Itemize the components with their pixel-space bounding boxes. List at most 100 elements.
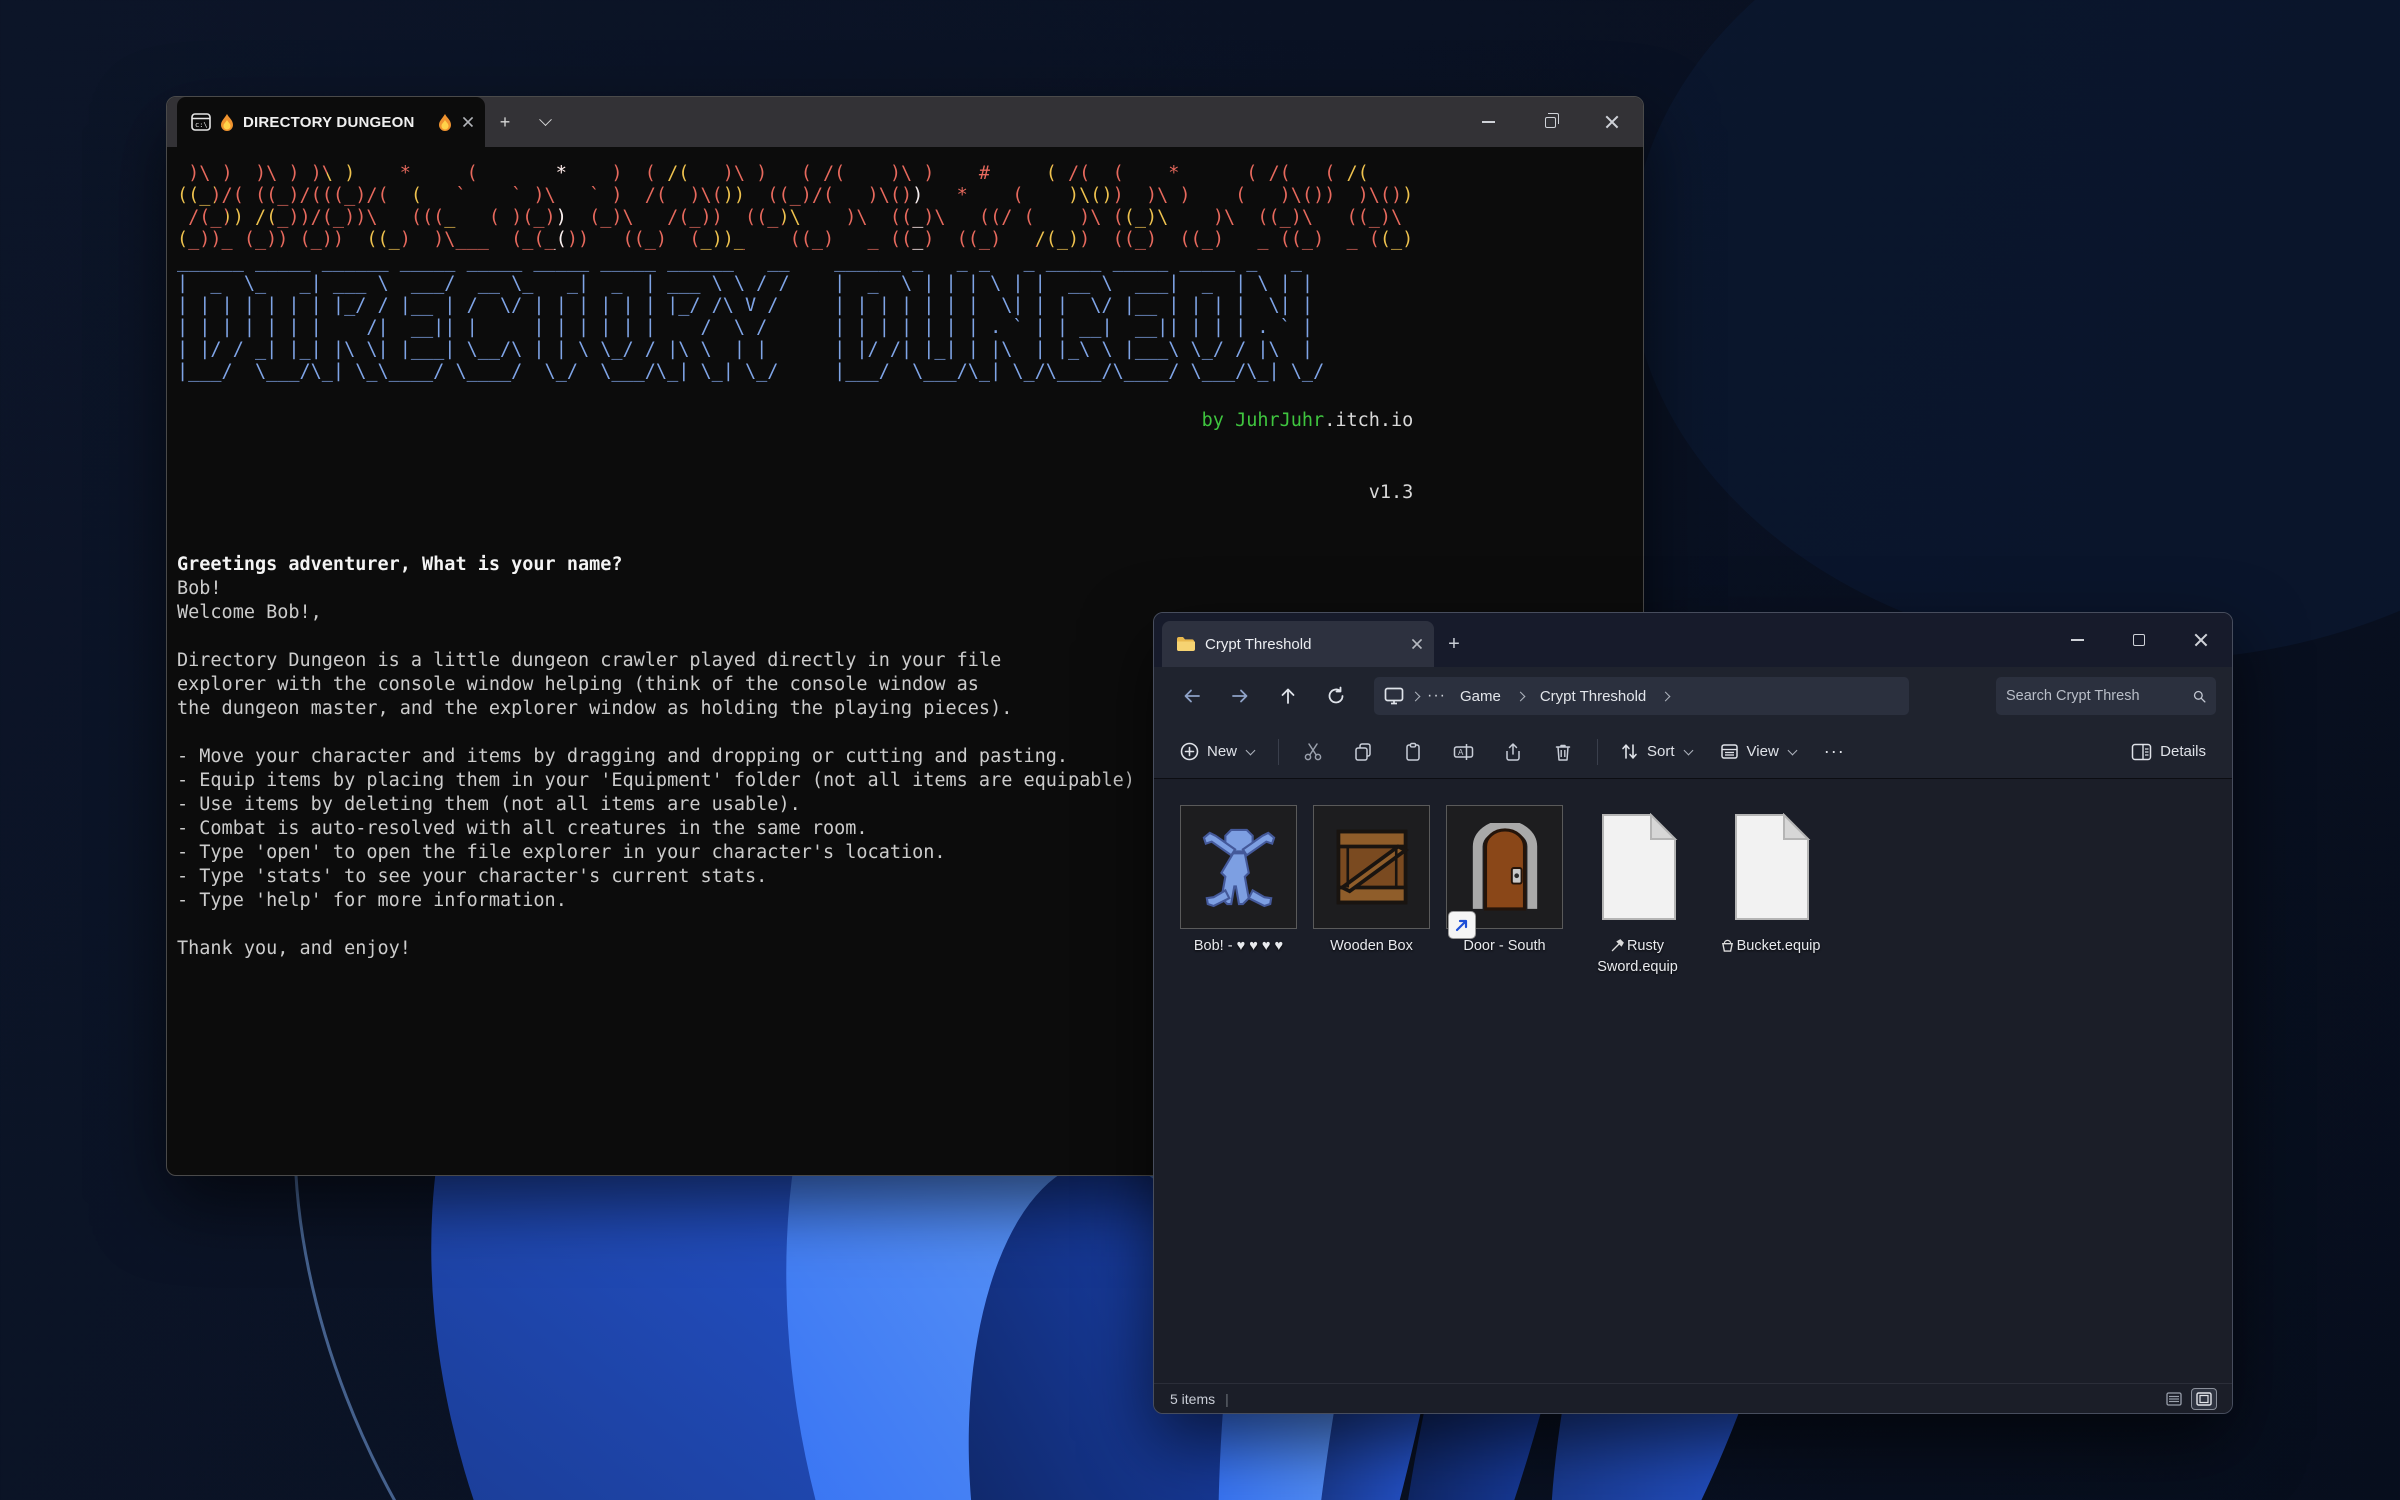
trash-icon: [1553, 742, 1573, 762]
minimize-icon: [2071, 639, 2084, 641]
share-button[interactable]: [1491, 732, 1535, 772]
paste-button[interactable]: [1391, 732, 1435, 772]
ascii-title-line: | | | | | | | |_/ / |__ | / \/ | | | | |…: [177, 295, 1413, 317]
file-item-door-south[interactable]: Door - South: [1438, 805, 1571, 956]
ascii-art: )\ ) )\ ) )\ ) * ( * ) ( /( )\ ) ( /( )\…: [177, 163, 1413, 383]
file-label: Door - South: [1463, 937, 1545, 956]
terminal-text-line: Bob!: [177, 577, 1643, 601]
new-button[interactable]: New: [1170, 732, 1266, 772]
chevron-right-icon: [1515, 691, 1525, 701]
scissors-icon: [1303, 742, 1323, 762]
icons-view-toggle[interactable]: [2192, 1389, 2216, 1409]
terminal-maximize-button[interactable]: [1519, 97, 1581, 147]
explorer-tab-title: Crypt Threshold: [1205, 636, 1400, 653]
new-tab-button[interactable]: +: [1434, 621, 1474, 667]
rename-button[interactable]: A: [1441, 732, 1485, 772]
more-options-button[interactable]: ···: [1814, 732, 1855, 772]
tab-close-icon[interactable]: [1411, 638, 1422, 649]
ascii-title-line: ______ _____ ______ _____ _____ _____ __…: [177, 251, 1413, 273]
share-icon: [1503, 742, 1523, 762]
ascii-title-line: | | | | | | | /| __|| | | | | | | | / \ …: [177, 317, 1413, 339]
view-button[interactable]: View: [1710, 732, 1808, 772]
shortcut-arrow-icon: [1454, 917, 1470, 933]
details-button[interactable]: Details: [2121, 732, 2216, 772]
chevron-right-icon: [1411, 691, 1421, 701]
breadcrumb-ellipsis[interactable]: ···: [1427, 687, 1446, 705]
navigation-bar: ··· Game Crypt Threshold: [1154, 667, 2232, 725]
ascii-title-line: | |/ / _| |_| |\ \| |___| \__/\ | | \ \_…: [177, 339, 1413, 361]
file-label: Bob! - ♥ ♥ ♥ ♥: [1194, 937, 1283, 956]
chevron-down-icon: [539, 113, 552, 126]
file-item-rusty-sword[interactable]: Rusty Sword.equip: [1571, 805, 1704, 977]
crate-icon: [1331, 824, 1413, 910]
sort-icon: [1620, 742, 1639, 761]
maximize-icon: [2133, 634, 2145, 646]
person-icon: [1200, 824, 1278, 910]
cut-button[interactable]: [1291, 732, 1335, 772]
new-tab-button[interactable]: +: [485, 97, 525, 147]
command-toolbar: New A Sort View: [1154, 725, 2232, 779]
door-icon: [1466, 823, 1544, 911]
close-icon: [1605, 115, 1619, 129]
ascii-flame-line: ((_)/( ((_)/(((_)/( ( ` ` )\ ` ) /( )\()…: [177, 185, 1413, 207]
terminal-titlebar[interactable]: c:\ DIRECTORY DUNGEON +: [167, 97, 1643, 147]
large-icons-view-icon: [2196, 1392, 2212, 1406]
terminal-minimize-button[interactable]: [1457, 97, 1519, 147]
search-icon: [2193, 688, 2206, 705]
file-item-wooden-box[interactable]: Wooden Box: [1305, 805, 1438, 956]
terminal-close-button[interactable]: [1581, 97, 1643, 147]
document-icon-wrap: [1712, 805, 1829, 929]
tab-dropdown-button[interactable]: [525, 97, 565, 147]
folder-icon: [1176, 636, 1195, 652]
breadcrumb-crypt-threshold[interactable]: Crypt Threshold: [1532, 685, 1654, 708]
paste-icon: [1403, 742, 1423, 762]
chevron-down-icon: [1246, 745, 1256, 755]
tab-close-icon[interactable]: [462, 116, 473, 127]
ascii-flame-line: /(_)) /(_))/(_))\ (((_ ( )(_)) (_)\ /(_)…: [177, 207, 1413, 229]
explorer-titlebar[interactable]: Crypt Threshold +: [1154, 613, 2232, 667]
shortcut-arrow-overlay: [1449, 912, 1475, 938]
toolbar-divider: [1278, 739, 1279, 765]
refresh-button[interactable]: [1314, 676, 1358, 716]
sort-button[interactable]: Sort: [1610, 732, 1704, 772]
chevron-down-icon: [1683, 745, 1693, 755]
address-bar[interactable]: ··· Game Crypt Threshold: [1374, 677, 1909, 715]
document-icon-wrap: [1579, 805, 1696, 929]
svg-text:c:\: c:\: [195, 121, 208, 129]
bob-thumbnail: [1180, 805, 1297, 929]
monitor-icon: [1384, 687, 1404, 705]
explorer-tab[interactable]: Crypt Threshold: [1162, 621, 1434, 667]
author-link: by JuhrJuhr: [1202, 410, 1325, 431]
terminal-tab[interactable]: c:\ DIRECTORY DUNGEON: [177, 97, 485, 147]
up-button[interactable]: [1266, 676, 1310, 716]
view-icon: [1720, 742, 1739, 761]
minimize-icon: [1482, 121, 1495, 123]
explorer-maximize-button[interactable]: [2108, 617, 2170, 663]
ascii-title-line: | _ \_ _| ___ \ ___/ __ \_ _| _ | ___ \ …: [177, 273, 1413, 295]
explorer-close-button[interactable]: [2170, 617, 2232, 663]
file-list-area[interactable]: Bob! - ♥ ♥ ♥ ♥ Wooden Box: [1154, 779, 2232, 1383]
svg-text:A: A: [1458, 748, 1464, 757]
search-box[interactable]: [1996, 677, 2216, 715]
breadcrumb-game[interactable]: Game: [1452, 685, 1509, 708]
forward-button[interactable]: [1218, 676, 1262, 716]
copy-button[interactable]: [1341, 732, 1385, 772]
restore-icon: [1545, 117, 1556, 128]
details-view-toggle[interactable]: [2162, 1389, 2186, 1409]
explorer-minimize-button[interactable]: [2046, 617, 2108, 663]
refresh-icon: [1326, 686, 1346, 706]
file-item-bucket[interactable]: Bucket.equip: [1704, 805, 1837, 958]
bucket-icon: [1721, 939, 1734, 958]
list-view-icon: [2166, 1392, 2182, 1406]
rename-icon: A: [1453, 742, 1474, 762]
status-bar: 5 items |: [1154, 1383, 2232, 1413]
delete-button[interactable]: [1541, 732, 1585, 772]
search-input[interactable]: [2006, 688, 2193, 704]
console-icon: c:\: [191, 113, 211, 131]
file-item-bob[interactable]: Bob! - ♥ ♥ ♥ ♥: [1172, 805, 1305, 956]
back-button[interactable]: [1170, 676, 1214, 716]
file-label: Rusty Sword.equip: [1574, 937, 1702, 977]
dagger-icon: [1611, 939, 1624, 958]
version-label: v1.3: [1369, 482, 1414, 503]
door-thumbnail: [1446, 805, 1563, 929]
